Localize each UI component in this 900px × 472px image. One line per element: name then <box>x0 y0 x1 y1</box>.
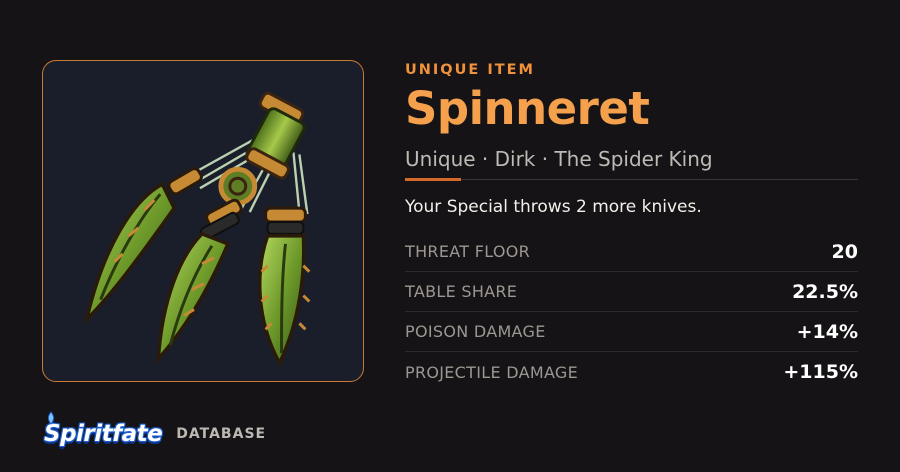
stat-value: 20 <box>831 240 858 263</box>
stat-label: TABLE SHARE <box>405 282 518 301</box>
stats-list: THREAT FLOOR 20 TABLE SHARE 22.5% POISON… <box>405 232 858 392</box>
stat-row-projectile-damage: PROJECTILE DAMAGE +115% <box>405 352 858 392</box>
stat-value: +115% <box>783 361 858 383</box>
stat-label: PROJECTILE DAMAGE <box>405 362 579 382</box>
item-image-frame <box>42 60 364 382</box>
item-name: Spinneret <box>405 82 650 135</box>
stat-row-poison-damage: POISON DAMAGE +14% <box>405 312 858 352</box>
item-rarity-kicker: UNIQUE ITEM <box>405 62 535 78</box>
stat-label: POISON DAMAGE <box>405 322 546 341</box>
stat-value: 22.5% <box>792 280 858 303</box>
stat-value: +14% <box>796 320 858 343</box>
item-subtitle: Unique · Dirk · The Spider King <box>405 147 713 171</box>
section-divider <box>405 178 858 181</box>
stat-row-threat-floor: THREAT FLOOR 20 <box>405 232 858 272</box>
brand-logo[interactable]: Spiritfate <box>44 411 163 447</box>
item-info-panel: UNIQUE ITEM Spinneret Unique · Dirk · Th… <box>405 62 858 392</box>
stat-row-table-share: TABLE SHARE 22.5% <box>405 272 858 312</box>
item-description: Your Special throws 2 more knives. <box>405 197 702 217</box>
brand-logo-text: Spiritfate <box>44 421 163 447</box>
triple-dirk-icon <box>83 91 311 367</box>
stat-label: THREAT FLOOR <box>405 242 531 261</box>
flame-icon <box>47 411 55 425</box>
brand-section-label: DATABASE <box>176 426 267 442</box>
brand-footer[interactable]: Spiritfate DATABASE <box>44 411 267 454</box>
